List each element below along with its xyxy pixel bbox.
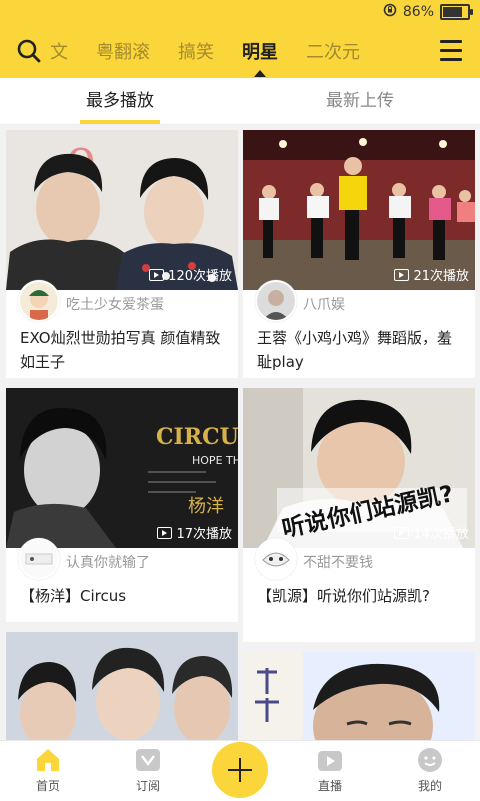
avatar[interactable] (255, 538, 297, 580)
sort-tabs: 最多播放 最新上传 (0, 78, 480, 125)
video-card[interactable] (6, 632, 238, 740)
video-title[interactable]: EXO灿烈世勋拍写真 颜值精致如王子 (20, 326, 228, 374)
battery-icon (440, 4, 473, 20)
sign-text: CIRCUS (156, 424, 238, 450)
play-count: 120次播放 (149, 265, 232, 284)
category-tabs: 文 粤翻滚 搞笑 明星 二次元 (50, 24, 430, 78)
nav-label: 我的 (417, 779, 442, 793)
subscribe-icon (134, 747, 162, 773)
top-nav: 文 粤翻滚 搞笑 明星 二次元 (0, 24, 480, 78)
avatar[interactable] (18, 280, 60, 322)
nav-live[interactable]: 直播 (290, 747, 370, 794)
hope-text: HOPE TH (192, 454, 238, 467)
nav-subscribe[interactable]: 订阅 (108, 747, 188, 794)
play-count: 21次播放 (394, 265, 469, 284)
nav-home[interactable]: 首页 (8, 747, 88, 794)
tab-newest[interactable]: 最新上传 (300, 78, 420, 124)
play-count: 14次播放 (394, 523, 469, 542)
profile-icon (416, 747, 444, 773)
video-icon (157, 526, 173, 539)
home-icon (34, 747, 62, 773)
search-icon[interactable] (16, 38, 42, 64)
nav-label: 首页 (35, 779, 60, 793)
tab-most-played[interactable]: 最多播放 (60, 78, 180, 124)
live-icon (316, 747, 344, 773)
video-card[interactable]: 21次播放 八爪娱 王蓉《小鸡小鸡》舞蹈版，羞耻play (243, 130, 475, 378)
video-title[interactable]: 【杨洋】Circus (20, 584, 228, 608)
video-card[interactable]: 听说你们站源凯? 14次播放 不甜不要钱 【凯源】听说你们站源凯? (243, 388, 475, 642)
battery-percent: 86% (402, 4, 434, 20)
menu-icon[interactable] (438, 40, 464, 62)
tab-anime[interactable]: 二次元 (306, 38, 360, 64)
video-grid: e 120次播放 吃土少女爱茶蛋 EXO灿烈世勋拍写真 颜值精致如王子 (0, 124, 480, 740)
nav-label: 订阅 (135, 779, 160, 793)
video-card[interactable] (243, 652, 475, 740)
video-thumbnail[interactable] (6, 632, 238, 740)
status-bar: 86% (0, 0, 480, 24)
name-text: 杨洋 (188, 496, 224, 517)
video-thumbnail[interactable] (243, 652, 475, 740)
tab-wen[interactable]: 文 (50, 38, 68, 64)
author-name[interactable]: 认真你就输了 (66, 552, 150, 572)
screen-rotation-lock-icon (383, 3, 397, 21)
video-title[interactable]: 【凯源】听说你们站源凯? (257, 584, 465, 608)
video-card[interactable]: CIRCUS HOPE TH 杨洋 17次播放 认真你就输了 【杨洋】Circu… (6, 388, 238, 622)
nav-label: 直播 (317, 779, 342, 793)
video-icon (394, 526, 410, 539)
add-button[interactable] (212, 742, 268, 798)
tab-celebrity[interactable]: 明星 (242, 38, 278, 77)
video-thumbnail[interactable]: e 120次播放 (6, 130, 238, 290)
video-thumbnail[interactable]: CIRCUS HOPE TH 杨洋 17次播放 (6, 388, 238, 548)
author-name[interactable]: 吃土少女爱茶蛋 (66, 294, 164, 314)
video-title[interactable]: 王蓉《小鸡小鸡》舞蹈版，羞耻play (257, 326, 465, 374)
author-name[interactable]: 八爪娱 (303, 294, 345, 314)
video-thumbnail[interactable]: 21次播放 (243, 130, 475, 290)
author-name[interactable]: 不甜不要钱 (303, 552, 373, 572)
video-icon (394, 268, 410, 281)
tab-funny[interactable]: 搞笑 (178, 38, 214, 64)
avatar[interactable] (255, 280, 297, 322)
video-card[interactable]: e 120次播放 吃土少女爱茶蛋 EXO灿烈世勋拍写真 颜值精致如王子 (6, 130, 238, 378)
video-icon (149, 268, 165, 281)
play-count: 17次播放 (157, 523, 232, 542)
avatar[interactable] (18, 538, 60, 580)
nav-profile[interactable]: 我的 (390, 747, 470, 794)
video-thumbnail[interactable]: 听说你们站源凯? 14次播放 (243, 388, 475, 548)
tab-yue-fan-gun[interactable]: 粤翻滚 (96, 38, 150, 64)
